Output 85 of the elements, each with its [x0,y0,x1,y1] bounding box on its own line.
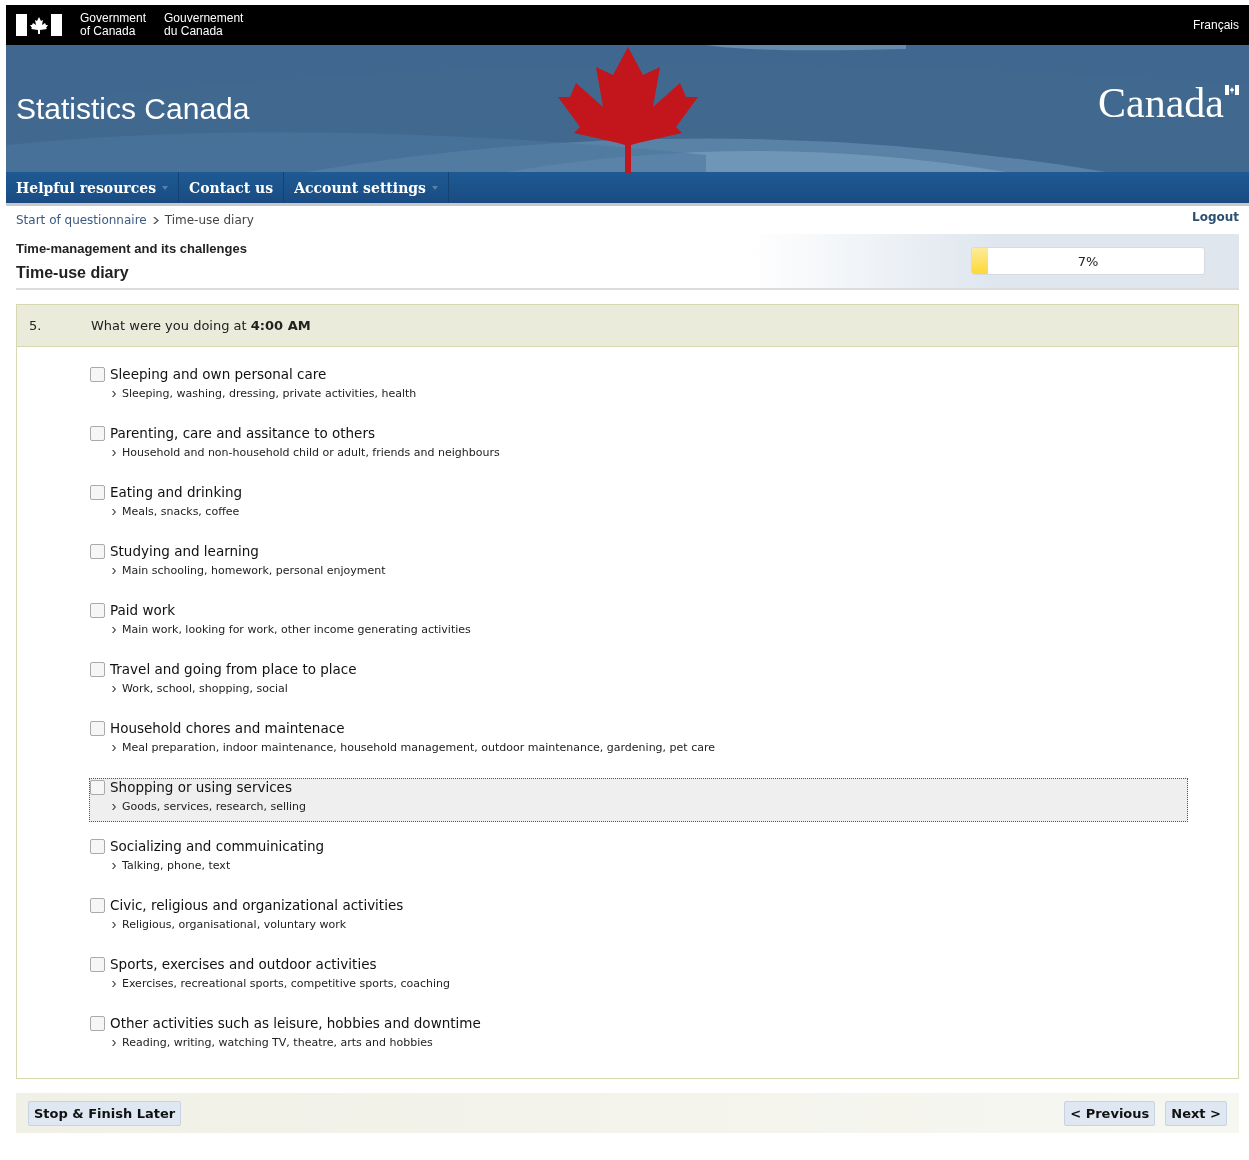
caret-icon [162,185,168,190]
option-hint: Goods, services, research, selling [122,800,307,813]
option-row[interactable]: Paid work Main work, looking for work, other income generating activities [89,601,1188,645]
option-label[interactable]: Socializing and commuinicating [110,838,325,854]
chevron-icon [112,508,116,515]
survey-name: Time-management and its challenges [16,240,247,256]
option-hint: Talking, phone, text [122,859,231,872]
current-page-label: Time-use diary [164,213,254,227]
option-row[interactable]: Travel and going from place to place Work, school, shopping, social [89,660,1188,704]
option-label[interactable]: Civic, religious and organizational activities [110,897,404,913]
option-hint: Work, school, shopping, social [122,682,288,695]
chevron-icon [112,803,116,810]
radio-button[interactable] [90,780,105,795]
option-hint: Meal preparation, indoor maintenance, household management, outdoor maintenance, gardening, pet care [122,741,715,754]
option-row[interactable]: Sleeping and own personal care Sleeping, washing, dressing, private activities, health [89,365,1188,409]
radio-button[interactable] [90,957,105,972]
option-label[interactable]: Parenting, care and assitance to others [110,425,500,441]
radio-button[interactable] [90,544,105,559]
radio-button[interactable] [90,898,105,913]
option-label[interactable]: Studying and learning [110,543,386,559]
option-row[interactable]: Socializing and commuinicating Talking, phone, text [89,837,1188,881]
radio-button[interactable] [90,1016,105,1031]
option-label[interactable]: Paid work [110,602,471,618]
option-row[interactable]: Sports, exercises and outdoor activities Exercises, recreational sports, competitive sports, coaching [89,955,1188,999]
option-label[interactable]: Eating and drinking [110,484,243,500]
radio-button[interactable] [90,426,105,441]
nav-menu-item[interactable]: Helpful resources [6,172,179,203]
caret-icon [432,185,438,190]
option-label[interactable]: Other activities such as leisure, hobbies and downtime [110,1015,481,1031]
language-link[interactable]: Français [1193,18,1239,32]
chevron-icon [112,390,116,397]
focused-option[interactable]: Shopping or using services Goods, services, research, selling [89,778,1188,822]
canada-flag-icon [16,14,62,36]
option-row[interactable]: Studying and learning Main schooling, homework, personal enjoyment [89,542,1188,586]
option-row[interactable]: Eating and drinking Meals, snacks, coffee [89,483,1188,527]
chevron-icon [112,980,116,987]
chevron-icon [112,862,116,869]
chevron-icon [112,567,116,574]
canada-flag-icon [1225,85,1239,95]
option-label[interactable]: Shopping or using services [110,779,307,795]
radio-button[interactable] [90,662,105,677]
chevron-icon [112,449,116,456]
option-label[interactable]: Sleeping and own personal care [110,366,417,382]
radio-button[interactable] [90,603,105,618]
option-row[interactable]: Household chores and maintenace Meal preparation, indoor maintenance, household management, outdoor maintenance, gardening, pet care [89,719,1188,763]
radio-button[interactable] [90,839,105,854]
government-name-french: Gouvernement du Canada [164,12,244,38]
option-hint: Exercises, recreational sports, competitive sports, coaching [122,977,451,990]
breadcrumb-link[interactable]: Start of questionnaire [16,213,147,227]
radio-button[interactable] [90,485,105,500]
option-hint: Main schooling, homework, personal enjoyment [122,564,386,577]
nav-menu-item[interactable]: Account settings [284,172,449,203]
canada-wordmark: Canada [1098,81,1224,125]
nav-menu-item[interactable]: Contact us [179,172,285,203]
radio-button[interactable] [90,721,105,736]
option-hint: Meals, snacks, coffee [122,505,240,518]
site-title: Statistics Canada [16,91,250,126]
maple-leaf-icon [558,45,698,175]
nav-button[interactable]: Next > [1165,1100,1227,1126]
chevron-icon [112,921,116,928]
chevron-icon [112,1039,116,1046]
question-text: What were you doing at 4:00 AM [91,318,311,333]
option-row[interactable]: Other activities such as leisure, hobbies and downtime Reading, writing, watching TV, theatre, arts and hobbies [89,1014,1188,1058]
option-label[interactable]: Sports, exercises and outdoor activities [110,956,451,972]
chevron-icon [112,626,116,633]
option-label[interactable]: Travel and going from place to place [110,661,357,677]
radio-button[interactable] [90,367,105,382]
option-label[interactable]: Household chores and maintenace [110,720,715,736]
question-number: 5. [29,318,43,333]
chevron-icon [152,216,159,224]
section-title: Time-use diary [16,263,130,282]
chevron-icon [112,685,116,692]
option-row[interactable]: Parenting, care and assitance to others Household and non-household child or adult, friends and neighbours [89,424,1188,468]
option-hint: Main work, looking for work, other income generating activities [122,623,471,636]
option-hint: Household and non-household child or adult, friends and neighbours [122,446,500,459]
government-name: Government of Canada [80,12,147,38]
option-hint: Reading, writing, watching TV, theatre, arts and hobbies [122,1036,433,1049]
stop-button[interactable]: Stop & Finish Later [28,1100,182,1126]
logout-link[interactable]: Logout [1192,210,1239,230]
option-hint: Sleeping, washing, dressing, private activities, health [122,387,417,400]
chevron-icon [112,744,116,751]
option-row[interactable]: Civic, religious and organizational activities Religious, organisational, voluntary work [89,896,1188,940]
option-hint: Religious, organisational, voluntary work [122,918,347,931]
nav-button[interactable]: < Previous [1064,1100,1156,1126]
progress-reading: 7% [1077,253,1099,269]
